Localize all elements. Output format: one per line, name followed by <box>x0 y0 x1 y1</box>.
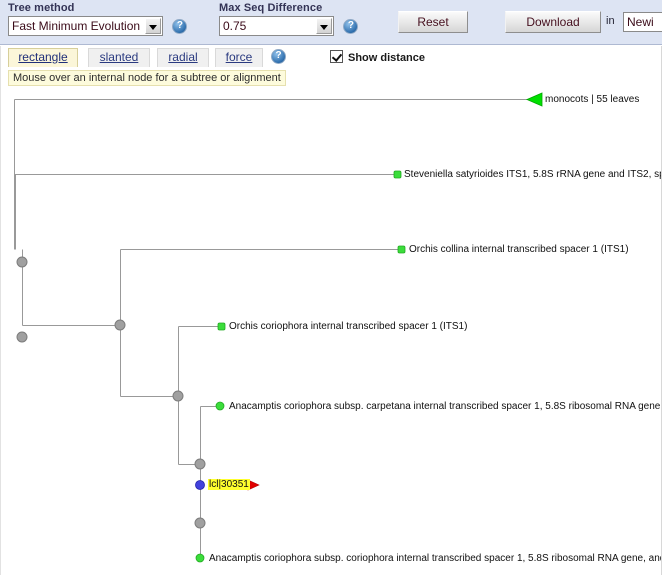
query-node-marker <box>195 480 205 490</box>
help-circle-icon[interactable] <box>271 49 286 64</box>
leaf-label[interactable]: Orchis collina internal transcribed spac… <box>409 244 629 255</box>
tree-method-group: Tree method Fast Minimum Evolution <box>8 2 188 36</box>
leaf-label[interactable]: Steveniella satyrioides ITS1, 5.8S rRNA … <box>404 169 662 180</box>
tree-method-select[interactable]: Fast Minimum Evolution <box>8 16 163 36</box>
download-format-value: Newi <box>627 15 654 29</box>
tree-method-label: Tree method <box>8 2 75 14</box>
canvas-left-border <box>0 46 1 575</box>
tree-viewer-toolbar: Tree method Fast Minimum Evolution Max S… <box>0 0 662 45</box>
phylogenetic-tree-canvas[interactable]: monocots | 55 leaves Steveniella satyrio… <box>8 88 662 575</box>
tab-rectangle[interactable]: rectangle <box>8 48 78 67</box>
leaf-node-markers <box>195 170 406 563</box>
tree-method-value: Fast Minimum Evolution <box>12 19 141 33</box>
help-circle-icon[interactable] <box>343 18 359 34</box>
query-sequence-label[interactable]: lcl|30351 <box>208 479 250 490</box>
show-distance-label: Show distance <box>348 52 426 64</box>
show-distance-group: Show distance <box>330 50 425 64</box>
help-circle-icon[interactable] <box>172 18 188 34</box>
internal-node-markers <box>16 256 206 529</box>
download-in-label: in <box>606 15 615 27</box>
collapsed-clade-label[interactable]: monocots | 55 leaves <box>545 94 639 105</box>
download-button[interactable]: Download <box>505 11 601 33</box>
chevron-down-icon[interactable] <box>316 18 332 34</box>
max-seq-difference-select[interactable]: 0.75 <box>219 16 334 36</box>
reset-button[interactable]: Reset <box>398 11 468 33</box>
max-seq-difference-group: Max Seq Difference 0.75 <box>219 2 359 36</box>
leaf-label[interactable]: Anacamptis coriophora subsp. carpetana i… <box>229 401 662 412</box>
tree-layout-tabs: rectangle slanted radial force Show dist… <box>0 46 662 70</box>
leaf-label[interactable]: Orchis coriophora internal transcribed s… <box>229 321 467 332</box>
download-format-group: Newi <box>623 12 662 32</box>
chevron-down-icon[interactable] <box>145 18 161 34</box>
tab-radial[interactable]: radial <box>157 48 209 67</box>
download-format-select[interactable]: Newi <box>623 12 662 32</box>
green-triangle-collapsed-icon <box>525 92 543 107</box>
hint-message: Mouse over an internal node for a subtre… <box>8 70 286 86</box>
tab-slanted[interactable]: slanted <box>88 48 150 67</box>
max-seq-difference-label: Max Seq Difference <box>219 2 323 14</box>
show-distance-checkbox[interactable] <box>330 50 343 63</box>
leaf-label[interactable]: Anacamptis coriophora subsp. coriophora … <box>209 553 662 564</box>
tab-force[interactable]: force <box>215 48 263 67</box>
